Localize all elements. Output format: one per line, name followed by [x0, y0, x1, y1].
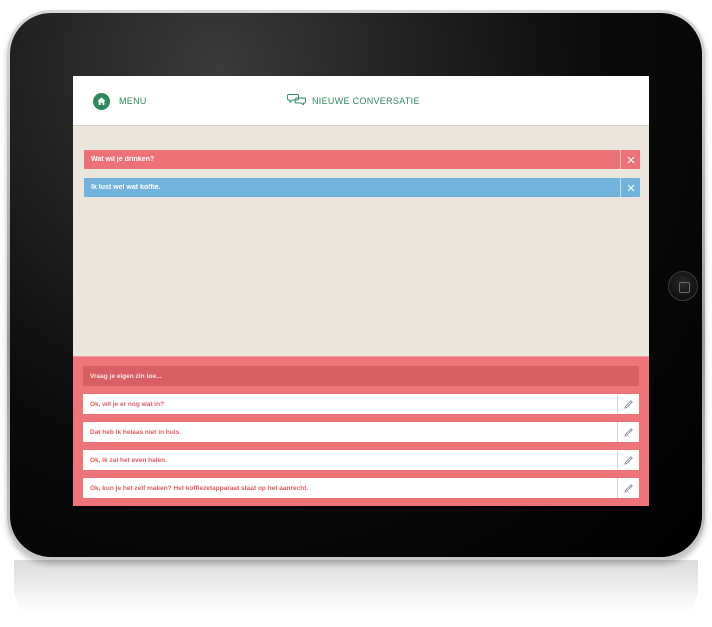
- message-text: Ik lust wel wat koffie.: [91, 184, 161, 191]
- answer-option-text: Dat heb ik helaas niet in huis.: [90, 428, 182, 436]
- custom-sentence-input[interactable]: Vraag je eigen zin toe...: [83, 366, 639, 386]
- answer-panel: Vraag je eigen zin toe... Ok, wil je er …: [73, 356, 649, 506]
- menu-label: MENU: [119, 96, 147, 106]
- answer-option-text: Ok, wil je er nog wat in?: [90, 400, 165, 408]
- custom-sentence-placeholder: Vraag je eigen zin toe...: [90, 372, 162, 380]
- new-conversation-button[interactable]: NIEUWE CONVERSATIE: [287, 90, 420, 112]
- message-bubble-answer: Ik lust wel wat koffie.: [84, 178, 640, 197]
- answer-option[interactable]: Ok, wil je er nog wat in?: [83, 394, 639, 414]
- speech-bubbles-icon: [287, 92, 307, 110]
- close-icon[interactable]: [620, 178, 640, 197]
- pencil-icon[interactable]: [617, 394, 639, 414]
- new-conversation-label: NIEUWE CONVERSATIE: [312, 96, 420, 106]
- message-bubble-question: Wat wil je drinken?: [84, 150, 640, 169]
- pencil-icon[interactable]: [617, 450, 639, 470]
- pencil-icon[interactable]: [617, 478, 639, 498]
- answer-option-text: Ok, ik zal het even halen.: [90, 456, 167, 464]
- answer-option[interactable]: Dat heb ik helaas niet in huis.: [83, 422, 639, 442]
- home-icon: [93, 92, 110, 110]
- home-hardware-button[interactable]: [668, 271, 698, 301]
- answer-option[interactable]: Ok, ik zal het even halen.: [83, 450, 639, 470]
- pencil-icon[interactable]: [617, 422, 639, 442]
- answer-option[interactable]: Ok, kun je het zelf maken? Het koffiezet…: [83, 478, 639, 498]
- top-bar: MENU NIEUWE CONVERSATIE: [73, 76, 649, 126]
- message-text: Wat wil je drinken?: [91, 156, 155, 163]
- device-reflection: [14, 560, 698, 627]
- answer-option-text: Ok, kun je het zelf maken? Het koffiezet…: [90, 484, 309, 492]
- menu-button[interactable]: MENU: [93, 90, 147, 112]
- app-screen: MENU NIEUWE CONVERSATIE Wat wil je drink…: [73, 76, 649, 506]
- close-icon[interactable]: [620, 150, 640, 169]
